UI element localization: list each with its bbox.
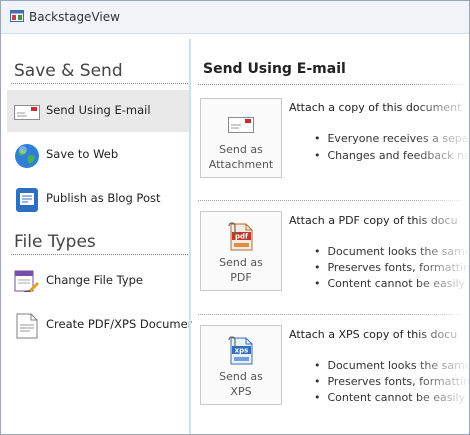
send-as-attachment-button[interactable]: Send as Attachment <box>200 98 282 178</box>
button-label-line1: Send as <box>219 256 263 269</box>
section-divider <box>11 254 188 255</box>
nav-item-change-file-type[interactable]: Change File Type <box>7 260 189 302</box>
bullet-item: • Everyone receives a separ <box>314 132 469 145</box>
pane-divider <box>189 39 191 434</box>
bullet-text: Content cannot be easily <box>327 391 466 404</box>
option-divider <box>198 314 463 315</box>
envelope-attachment-icon <box>228 117 254 133</box>
section-heading-save-send: Save & Send <box>14 61 123 81</box>
bullet-item: • Content cannot be easily <box>314 277 466 290</box>
bullet-text: Preserves fonts, formattin <box>327 261 469 274</box>
nav-item-save-to-web[interactable]: Save to Web <box>7 134 189 176</box>
bullet-text: Everyone receives a separ <box>327 132 469 145</box>
bullet-text: Changes and feedback ne <box>327 149 469 162</box>
nav-label-change-file-type: Change File Type <box>46 273 143 287</box>
option-description: Attach a copy of this document <box>289 101 462 114</box>
blog-post-icon <box>16 188 38 212</box>
right-content-pane: Send Using E-mail Send as Attachment Att… <box>192 34 469 434</box>
bullet-item: • Preserves fonts, formattin <box>314 375 469 388</box>
create-pdf-xps-icon <box>16 313 38 339</box>
backstage-window: BackstageView Save & Send Send Using E-m… <box>0 0 470 435</box>
title-divider <box>198 84 463 85</box>
bullet-text: Preserves fonts, formattin <box>327 375 469 388</box>
xps-file-icon: xps <box>228 336 253 365</box>
button-label-line2: XPS <box>230 385 252 398</box>
window-title: BackstageView <box>29 10 120 24</box>
bullet-item: • Changes and feedback ne <box>314 149 469 162</box>
bullet-text: Content cannot be easily <box>327 277 466 290</box>
button-label-line2: Attachment <box>208 158 274 171</box>
left-nav-pane: Save & Send Send Using E-mail Save to We… <box>1 34 200 434</box>
email-envelope-icon <box>14 105 40 120</box>
button-label-line1: Send as <box>219 143 263 156</box>
pdf-file-icon: pdf <box>228 222 253 251</box>
nav-label-save-to-web: Save to Web <box>46 147 119 161</box>
globe-icon <box>15 144 39 168</box>
bullet-item: • Document looks the same <box>314 245 469 258</box>
change-file-type-icon <box>14 270 39 292</box>
send-as-pdf-button[interactable]: pdf Send as PDF <box>200 211 282 291</box>
bullet-item: • Content cannot be easily <box>314 391 466 404</box>
app-window-icon <box>10 10 24 22</box>
nav-item-send-using-email[interactable]: Send Using E-mail <box>7 90 189 132</box>
button-label-line2: PDF <box>230 271 252 284</box>
option-description: Attach a XPS copy of this docu <box>289 328 458 341</box>
bullet-item: • Preserves fonts, formattin <box>314 261 469 274</box>
bullet-text: Document looks the same <box>327 245 469 258</box>
nav-item-create-pdf-xps[interactable]: Create PDF/XPS Document <box>7 304 200 346</box>
nav-label-send-using-email: Send Using E-mail <box>46 103 151 117</box>
bullet-item: • Document looks the same <box>314 359 469 372</box>
section-heading-file-types: File Types <box>14 232 96 252</box>
svg-text:pdf: pdf <box>235 233 249 241</box>
page-title: Send Using E-mail <box>203 61 346 77</box>
option-description: Attach a PDF copy of this docu <box>289 214 458 227</box>
title-bar[interactable]: BackstageView <box>1 1 469 34</box>
bullet-text: Document looks the same <box>327 359 469 372</box>
svg-text:xps: xps <box>235 347 249 355</box>
option-divider <box>198 200 463 201</box>
send-as-xps-button[interactable]: xps Send as XPS <box>200 325 282 405</box>
nav-item-publish-blog-post[interactable]: Publish as Blog Post <box>7 178 189 220</box>
nav-label-create-pdf-xps: Create PDF/XPS Document <box>46 317 200 331</box>
button-label-line1: Send as <box>219 370 263 383</box>
nav-label-publish-blog-post: Publish as Blog Post <box>46 191 161 205</box>
section-divider <box>11 83 188 84</box>
